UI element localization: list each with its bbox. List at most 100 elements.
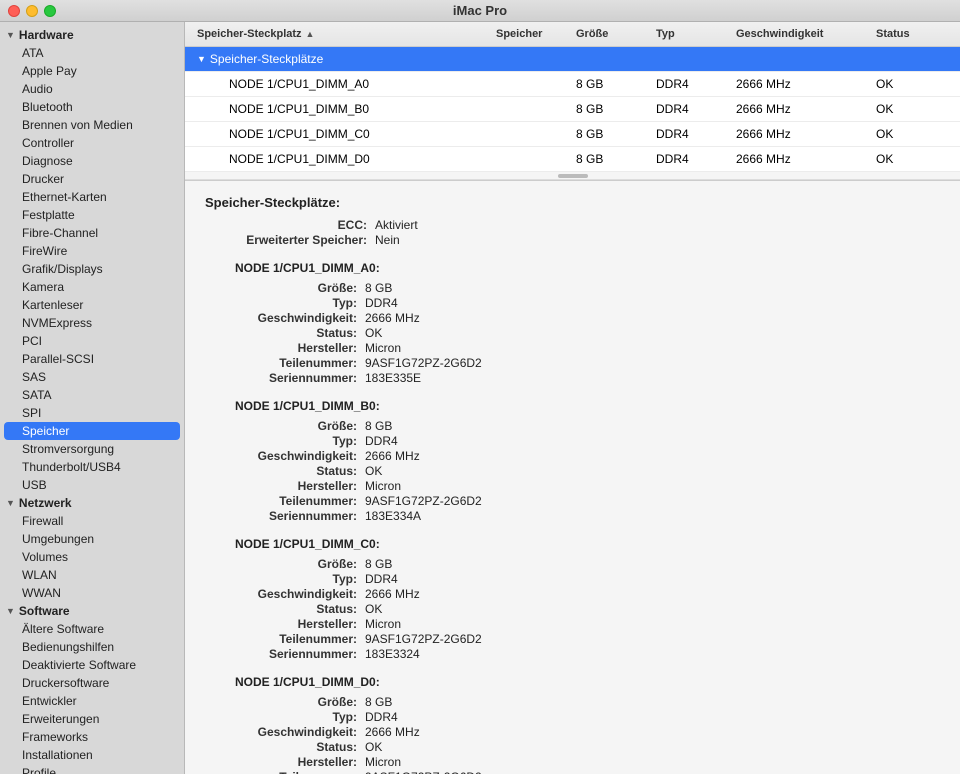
sidebar-item-sas[interactable]: SAS — [0, 368, 184, 386]
sidebar-item-sata[interactable]: SATA — [0, 386, 184, 404]
dimm-field-value: 183E334A — [365, 509, 421, 523]
sidebar-item-frameworks[interactable]: Frameworks — [0, 728, 184, 746]
dimm-field-label: Hersteller: — [235, 479, 365, 493]
sidebar-section-hardware[interactable]: ▼Hardware — [0, 26, 184, 44]
sidebar-section-software[interactable]: ▼Software — [0, 602, 184, 620]
maximize-button[interactable] — [44, 5, 56, 17]
sidebar-item-usb[interactable]: USB — [0, 476, 184, 494]
dimm-field-row: Typ: DDR4 — [235, 710, 940, 724]
dimm-field-label: Größe: — [235, 419, 365, 433]
dimm-field-value: Micron — [365, 755, 401, 769]
table-row-parent[interactable]: ▼ Speicher-Steckplätze — [185, 47, 960, 72]
dimm-field-value: 8 GB — [365, 557, 392, 571]
sidebar-item-bedienungshilfen[interactable]: Bedienungshilfen — [0, 638, 184, 656]
sidebar-item-entwickler[interactable]: Entwickler — [0, 692, 184, 710]
table-row[interactable]: NODE 1/CPU1_DIMM_C0 8 GB DDR4 2666 MHz O… — [185, 122, 960, 147]
sidebar-item-deaktivierte-software[interactable]: Deaktivierte Software — [0, 656, 184, 674]
dimm-field-value: Micron — [365, 617, 401, 631]
sidebar-item-profile[interactable]: Profile — [0, 764, 184, 774]
row-status: OK — [872, 125, 952, 143]
sidebar-item-nvmexpress[interactable]: NVMExpress — [0, 314, 184, 332]
sidebar-item-pci[interactable]: PCI — [0, 332, 184, 350]
dimm-field-label: Größe: — [235, 557, 365, 571]
sidebar-item-speicher[interactable]: Speicher — [4, 422, 180, 440]
col-header-typ[interactable]: Typ — [652, 26, 732, 42]
sidebar-item-drucker[interactable]: Drucker — [0, 170, 184, 188]
table-row[interactable]: NODE 1/CPU1_DIMM_A0 8 GB DDR4 2666 MHz O… — [185, 72, 960, 97]
sidebar-item-thunderbolt-usb4[interactable]: Thunderbolt/USB4 — [0, 458, 184, 476]
parent-row-typ — [652, 50, 732, 68]
dimm-field-value: 8 GB — [365, 695, 392, 709]
dimm-field-label: Seriennummer: — [235, 509, 365, 523]
scrollbar-thumb — [558, 174, 588, 178]
sidebar-item-controller[interactable]: Controller — [0, 134, 184, 152]
sidebar-item-wlan[interactable]: WLAN — [0, 566, 184, 584]
sidebar-item-bluetooth[interactable]: Bluetooth — [0, 98, 184, 116]
sidebar-item-audio[interactable]: Audio — [0, 80, 184, 98]
sidebar-item-ata[interactable]: ATA — [0, 44, 184, 62]
sidebar-item-grafik-displays[interactable]: Grafik/Displays — [0, 260, 184, 278]
row-status: OK — [872, 100, 952, 118]
dimm-field-row: Hersteller: Micron — [235, 755, 940, 769]
parent-row-speicher — [492, 50, 572, 68]
erweiterter-value: Nein — [375, 233, 400, 247]
sidebar-item-stromversorgung[interactable]: Stromversorgung — [0, 440, 184, 458]
section-label: Netzwerk — [19, 496, 72, 510]
dimm-field-row: Geschwindigkeit: 2666 MHz — [235, 725, 940, 739]
dimm-section: NODE 1/CPU1_DIMM_A0: Größe: 8 GB Typ: DD… — [205, 261, 940, 385]
dimm-field-label: Größe: — [235, 695, 365, 709]
window-title: iMac Pro — [453, 3, 507, 18]
dimm-field-value: DDR4 — [365, 572, 398, 586]
row-geschwindigkeit: 2666 MHz — [732, 100, 872, 118]
sidebar-section-netzwerk[interactable]: ▼Netzwerk — [0, 494, 184, 512]
dimm-field-value: 2666 MHz — [365, 587, 420, 601]
sidebar-item-diagnose[interactable]: Diagnose — [0, 152, 184, 170]
sidebar-item-erweiterungen[interactable]: Erweiterungen — [0, 710, 184, 728]
col-header-name[interactable]: Speicher-Steckplatz ▲ — [193, 26, 492, 42]
dimm-rows: Größe: 8 GB Typ: DDR4 Geschwindigkeit: 2… — [205, 281, 940, 385]
dimm-field-value: 2666 MHz — [365, 725, 420, 739]
sidebar-item-firewire[interactable]: FireWire — [0, 242, 184, 260]
sidebar-item-spi[interactable]: SPI — [0, 404, 184, 422]
sidebar-item-fibre-channel[interactable]: Fibre-Channel — [0, 224, 184, 242]
sidebar-item-ethernet-karten[interactable]: Ethernet-Karten — [0, 188, 184, 206]
dimm-field-label: Typ: — [235, 572, 365, 586]
col-header-groesse[interactable]: Größe — [572, 26, 652, 42]
table-row[interactable]: NODE 1/CPU1_DIMM_B0 8 GB DDR4 2666 MHz O… — [185, 97, 960, 122]
sidebar-item-firewall[interactable]: Firewall — [0, 512, 184, 530]
dimm-field-label: Seriennummer: — [235, 371, 365, 385]
dimm-field-row: Teilenummer: 9ASF1G72PZ-2G6D2 — [235, 494, 940, 508]
table-header: Speicher-Steckplatz ▲ Speicher Größe Typ… — [185, 22, 960, 47]
minimize-button[interactable] — [26, 5, 38, 17]
row-groesse: 8 GB — [572, 125, 652, 143]
sidebar-item-festplatte[interactable]: Festplatte — [0, 206, 184, 224]
col-header-geschwindigkeit[interactable]: Geschwindigkeit — [732, 26, 872, 42]
sidebar-item-umgebungen[interactable]: Umgebungen — [0, 530, 184, 548]
sidebar-item-wwan[interactable]: WWAN — [0, 584, 184, 602]
dimm-field-label: Größe: — [235, 281, 365, 295]
sidebar-item-kamera[interactable]: Kamera — [0, 278, 184, 296]
dimm-field-label: Status: — [235, 326, 365, 340]
dimm-rows: Größe: 8 GB Typ: DDR4 Geschwindigkeit: 2… — [205, 419, 940, 523]
close-button[interactable] — [8, 5, 20, 17]
sidebar-item-kartenleser[interactable]: Kartenleser — [0, 296, 184, 314]
table-row[interactable]: NODE 1/CPU1_DIMM_D0 8 GB DDR4 2666 MHz O… — [185, 147, 960, 172]
dimm-field-label: Teilenummer: — [235, 770, 365, 774]
col-header-speicher[interactable]: Speicher — [492, 26, 572, 42]
row-geschwindigkeit: 2666 MHz — [732, 75, 872, 93]
dimm-field-value: 9ASF1G72PZ-2G6D2 — [365, 356, 482, 370]
row-speicher — [492, 100, 572, 118]
sidebar-item-brennen-von-medien[interactable]: Brennen von Medien — [0, 116, 184, 134]
dimm-rows: Größe: 8 GB Typ: DDR4 Geschwindigkeit: 2… — [205, 695, 940, 774]
sidebar-item-parallel-scsi[interactable]: Parallel-SCSI — [0, 350, 184, 368]
sidebar-item-installationen[interactable]: Installationen — [0, 746, 184, 764]
sidebar-item-apple-pay[interactable]: Apple Pay — [0, 62, 184, 80]
dimm-field-row: Geschwindigkeit: 2666 MHz — [235, 587, 940, 601]
sidebar-item-volumes[interactable]: Volumes — [0, 548, 184, 566]
row-name: NODE 1/CPU1_DIMM_B0 — [201, 100, 492, 118]
sidebar-item--ltere-software[interactable]: Ältere Software — [0, 620, 184, 638]
dimm-field-label: Typ: — [235, 434, 365, 448]
main-content: ▼HardwareATAApple PayAudioBluetoothBrenn… — [0, 22, 960, 774]
col-header-status[interactable]: Status — [872, 26, 952, 42]
sidebar-item-druckersoftware[interactable]: Druckersoftware — [0, 674, 184, 692]
